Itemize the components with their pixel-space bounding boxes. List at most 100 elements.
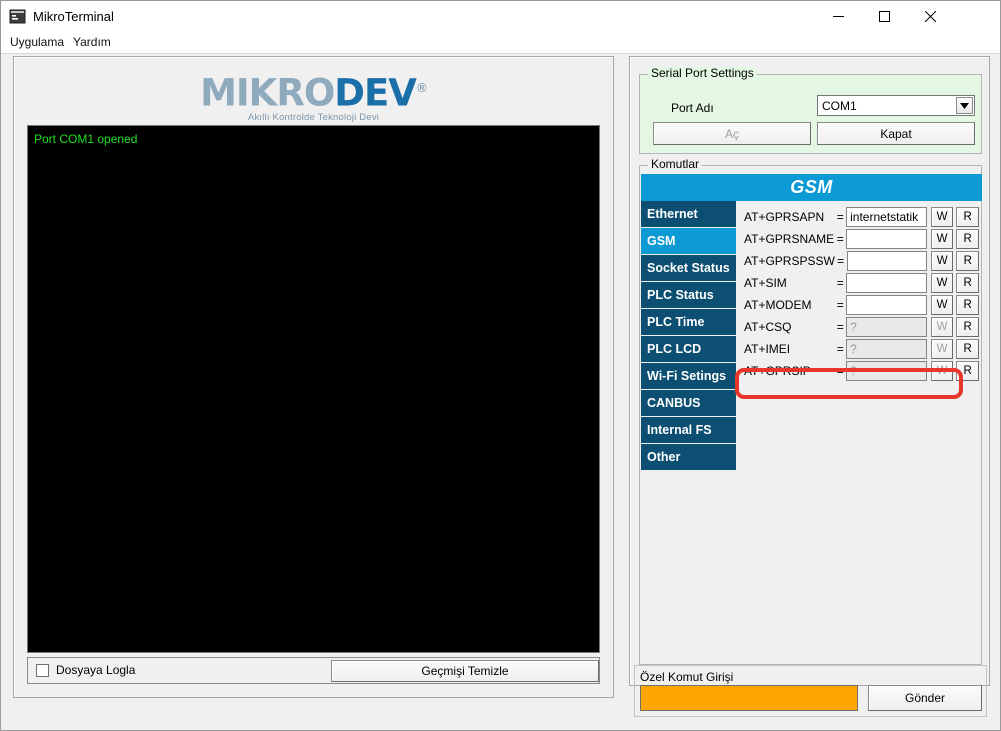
read-button[interactable]: R xyxy=(956,251,979,271)
maximize-button[interactable] xyxy=(861,1,907,32)
terminal-panel: MIKRODEV® Akıllı Kontrolde Teknoloji Dev… xyxy=(13,56,614,698)
tab-label: Ethernet xyxy=(647,207,698,221)
tab-label: PLC Status xyxy=(647,288,714,302)
tab-wi-fi-setings[interactable]: Wi-Fi Setings xyxy=(641,363,736,389)
menu-separator xyxy=(1,53,1000,54)
menu-bar: Uygulama Yardım xyxy=(1,32,1000,53)
write-button[interactable]: W xyxy=(930,317,954,337)
section-title: GSM xyxy=(790,177,833,197)
equals-sign: = xyxy=(836,232,844,246)
terminal-output[interactable]: Port COM1 opened xyxy=(27,125,600,653)
command-name: AT+MODEM xyxy=(744,298,812,312)
tab-canbus[interactable]: CANBUS xyxy=(641,390,736,416)
tab-label: PLC Time xyxy=(647,315,705,329)
tab-label: GSM xyxy=(647,234,676,248)
equals-sign: = xyxy=(837,254,845,268)
equals-sign: = xyxy=(836,342,844,356)
tab-label: PLC LCD xyxy=(647,342,702,356)
console-icon xyxy=(9,8,26,25)
write-button[interactable]: W xyxy=(930,295,954,315)
read-button[interactable]: R xyxy=(956,273,979,293)
tab-other[interactable]: Other xyxy=(641,444,736,470)
send-command-button[interactable]: Gönder xyxy=(868,685,982,711)
command-value-input[interactable] xyxy=(846,273,927,293)
command-name: AT+GPRSNAME xyxy=(744,232,835,246)
command-value-input[interactable]: ? xyxy=(846,361,927,381)
command-value-input[interactable] xyxy=(846,229,927,249)
close-port-button[interactable]: Kapat xyxy=(817,122,975,145)
tab-socket-status[interactable]: Socket Status xyxy=(641,255,736,281)
window-title: MikroTerminal xyxy=(33,9,114,24)
command-name: AT+CSQ xyxy=(744,320,792,334)
terminal-line: Port COM1 opened xyxy=(34,132,138,146)
custom-command-input[interactable] xyxy=(640,685,858,711)
command-value-input[interactable] xyxy=(846,295,927,315)
write-button[interactable]: W xyxy=(930,251,954,271)
equals-sign: = xyxy=(836,210,844,224)
command-name: AT+GPRSIP xyxy=(744,364,811,378)
port-name-label: Port Adı xyxy=(671,101,714,115)
chevron-down-icon[interactable] xyxy=(956,97,973,114)
command-row: AT+GPRSPSSW = W R xyxy=(744,250,979,272)
read-button[interactable]: R xyxy=(956,361,979,381)
command-name: AT+IMEI xyxy=(744,342,791,356)
logo-text-dev: DEV xyxy=(334,71,417,115)
port-name-select[interactable]: COM1 xyxy=(817,95,975,116)
logo-text-mikro: MIKRO xyxy=(200,71,335,115)
command-row: AT+GPRSAPN = internetstatik W R xyxy=(744,206,979,228)
tab-label: Socket Status xyxy=(647,261,730,275)
tab-plc-time[interactable]: PLC Time xyxy=(641,309,736,335)
logo-wordmark: MIKRODEV® xyxy=(200,69,428,115)
write-button[interactable]: W xyxy=(930,229,954,249)
tab-label: Other xyxy=(647,450,681,464)
command-row: AT+GPRSIP =? W R xyxy=(744,360,979,382)
tab-plc-lcd[interactable]: PLC LCD xyxy=(641,336,736,362)
tab-label: CANBUS xyxy=(647,396,701,410)
write-button[interactable]: W xyxy=(930,361,954,381)
tab-internal-fs[interactable]: Internal FS xyxy=(641,417,736,443)
minimize-button[interactable] xyxy=(815,1,861,32)
command-row: AT+MODEM = W R xyxy=(744,294,979,316)
command-name: AT+GPRSAPN xyxy=(744,210,825,224)
read-button[interactable]: R xyxy=(956,229,979,249)
read-button[interactable]: R xyxy=(956,317,979,337)
log-to-file-checkbox[interactable] xyxy=(36,663,49,677)
read-button[interactable]: R xyxy=(956,207,979,227)
clear-history-button[interactable]: Geçmişi Temizle xyxy=(331,660,599,682)
read-button[interactable]: R xyxy=(956,339,979,359)
write-button[interactable]: W xyxy=(930,273,954,293)
command-value-input[interactable]: ? xyxy=(846,317,927,337)
commands-legend: Komutlar xyxy=(648,158,703,170)
command-value-input[interactable]: internetstatik xyxy=(846,207,927,227)
command-row: AT+GPRSNAME = W R xyxy=(744,228,979,250)
equals-sign: = xyxy=(836,298,844,312)
command-row: AT+CSQ =? W R xyxy=(744,316,979,338)
menu-item-uygulama[interactable]: Uygulama xyxy=(6,35,68,50)
equals-sign: = xyxy=(836,364,844,378)
section-header-gsm: GSM xyxy=(641,174,982,201)
log-to-file-label: Dosyaya Logla xyxy=(56,663,136,677)
registered-mark-icon: ® xyxy=(415,81,428,95)
tab-gsm[interactable]: GSM xyxy=(641,228,736,254)
write-button[interactable]: W xyxy=(930,339,954,359)
write-button[interactable]: W xyxy=(930,207,954,227)
tab-ethernet[interactable]: Ethernet xyxy=(641,201,736,227)
menu-item-yardim[interactable]: Yardım xyxy=(69,35,115,50)
commands-group: Komutlar GSM Ethernet GSM Socket Status PLC… xyxy=(639,158,982,665)
open-port-button[interactable]: Aç xyxy=(653,122,811,145)
command-value-input[interactable] xyxy=(846,251,927,271)
settings-panel: Serial Port Settings Port Adı COM1 Aç Ka… xyxy=(629,56,990,717)
brand-logo: MIKRODEV® Akıllı Kontrolde Teknoloji Dev… xyxy=(14,69,613,124)
command-rows: AT+GPRSAPN = internetstatik W R AT+GPRSNAME = W… xyxy=(744,206,979,382)
read-button[interactable]: R xyxy=(956,295,979,315)
close-button[interactable] xyxy=(907,1,953,32)
command-name: AT+GPRSPSSW xyxy=(744,254,835,268)
command-value-input[interactable]: ? xyxy=(846,339,927,359)
tab-label: Wi-Fi Setings xyxy=(647,369,727,383)
terminal-controls-bar: Dosyaya Logla Geçmişi Temizle xyxy=(27,657,600,684)
serial-port-settings-group: Serial Port Settings Port Adı COM1 Aç Ka… xyxy=(639,67,982,154)
command-name: AT+SIM xyxy=(744,276,787,290)
serial-port-settings-legend: Serial Port Settings xyxy=(648,67,757,79)
tab-plc-status[interactable]: PLC Status xyxy=(641,282,736,308)
log-to-file-row[interactable]: Dosyaya Logla xyxy=(36,663,135,677)
